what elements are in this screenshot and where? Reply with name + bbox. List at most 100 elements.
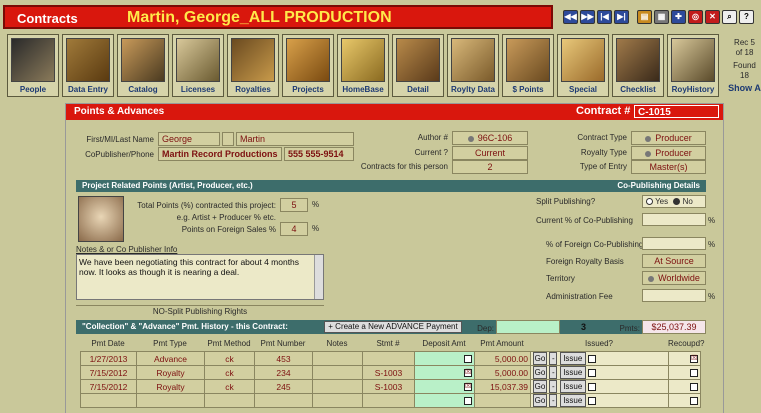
go-button[interactable]: Go [533, 352, 547, 365]
cell-amount[interactable]: 5,000.00 [474, 365, 531, 380]
dash-button[interactable]: - [549, 380, 558, 393]
cell-stmt[interactable]: S-1003 [362, 379, 415, 394]
next-record-icon[interactable]: ▶▶ [580, 10, 595, 24]
cell-deposit[interactable]: ☒ [414, 379, 475, 394]
nav-royhistory[interactable]: RoyHistory [667, 34, 719, 97]
search-icon[interactable]: ⌕ [722, 10, 737, 24]
cell-method[interactable]: ck [204, 351, 255, 366]
cell-deposit[interactable] [414, 351, 475, 366]
cell-deposit[interactable]: ☒ [414, 365, 475, 380]
middle-initial-field[interactable] [222, 132, 234, 146]
cell-number[interactable]: 245 [254, 379, 313, 394]
cell-amount[interactable]: 15,037.39 [474, 379, 531, 394]
cell-amount[interactable] [474, 393, 531, 408]
cell-type[interactable] [136, 393, 205, 408]
royalty-type-field[interactable]: Producer [631, 146, 706, 160]
create-advance-button[interactable]: + Create a New ADVANCE Payment [324, 321, 462, 333]
recoup-checkbox[interactable] [690, 368, 698, 377]
nav-royalties[interactable]: Royalties [227, 34, 279, 97]
table-row[interactable]: 7/15/2012 Royalty ck 234 S-1003 ☒ 5,000.00 Go -… [80, 365, 701, 380]
dash-button[interactable]: - [549, 394, 558, 407]
cell-stmt[interactable]: S-1003 [362, 365, 415, 380]
nav-roylty-data[interactable]: Roylty Data [447, 34, 499, 97]
cell-type[interactable]: Advance [136, 351, 205, 366]
deposit-checkbox[interactable] [464, 397, 472, 405]
cell-date[interactable] [80, 393, 137, 408]
cell-stmt[interactable] [362, 351, 415, 366]
open-folder-icon[interactable]: ▤ [637, 10, 652, 24]
contract-type-field[interactable]: Producer [631, 131, 706, 145]
contract-number[interactable]: C-1015 [634, 105, 719, 118]
foreign-royalty-basis-field[interactable]: At Source [642, 254, 706, 268]
nav-points[interactable]: $ Points [502, 34, 554, 97]
cell-notes[interactable] [312, 351, 363, 366]
nav-catalog[interactable]: Catalog [117, 34, 169, 97]
cell-method[interactable]: ck [204, 365, 255, 380]
recoup-checkbox[interactable]: ☒ [690, 354, 698, 363]
previous-record-icon[interactable]: |◀ [597, 10, 612, 24]
issue-button[interactable]: Issue [559, 380, 586, 393]
territory-field[interactable]: Worldwide [642, 271, 706, 285]
notes-textarea[interactable]: We have been negotiating this contract f… [76, 254, 324, 300]
go-button[interactable]: Go [533, 380, 547, 393]
deposit-checkbox[interactable] [464, 355, 472, 363]
foreign-points-field[interactable]: 4 [280, 222, 308, 236]
deposit-checkbox[interactable]: ☒ [464, 369, 472, 377]
cell-method[interactable] [204, 393, 255, 408]
yes-radio[interactable] [646, 198, 653, 206]
table-row[interactable]: 1/27/2013 Advance ck 453 5,000.00 Go - Issue … [80, 351, 701, 366]
author-number-field[interactable]: 96C-106 [452, 131, 528, 145]
last-record-icon[interactable]: ▶| [614, 10, 629, 24]
cell-type[interactable]: Royalty [136, 379, 205, 394]
cell-number[interactable]: 453 [254, 351, 313, 366]
issued-checkbox[interactable] [588, 396, 597, 405]
split-publishing-radio[interactable]: Yes No [642, 195, 706, 208]
table-row[interactable]: Go - Issue [80, 393, 701, 408]
current-status-field[interactable]: Current [452, 146, 528, 160]
first-name-field[interactable]: George [158, 132, 220, 146]
cell-date[interactable]: 1/27/2013 [80, 351, 137, 366]
cell-notes[interactable] [312, 393, 363, 408]
show-all-button[interactable]: Show A [728, 83, 761, 93]
cell-amount[interactable]: 5,000.00 [474, 351, 531, 366]
admin-fee-field[interactable] [642, 289, 706, 302]
cell-deposit[interactable] [414, 393, 475, 408]
cell-number[interactable] [254, 393, 313, 408]
issued-checkbox[interactable] [588, 368, 597, 377]
first-record-icon[interactable]: ◀◀ [563, 10, 578, 24]
nav-special[interactable]: Special [557, 34, 609, 97]
nav-detail[interactable]: Detail [392, 34, 444, 97]
cell-date[interactable]: 7/15/2012 [80, 365, 137, 380]
phone-field[interactable]: 555 555-9514 [284, 147, 354, 161]
dash-button[interactable]: - [549, 366, 558, 379]
cell-type[interactable]: Royalty [136, 365, 205, 380]
cell-date[interactable]: 7/15/2012 [80, 379, 137, 394]
deposit-checkbox[interactable]: ☒ [464, 383, 472, 391]
copublisher-field[interactable]: Martin Record Productions [158, 147, 282, 161]
table-row[interactable]: 7/15/2012 Royalty ck 245 S-1003 ☒ 15,037.39 Go … [80, 379, 701, 394]
nav-projects[interactable]: Projects [282, 34, 334, 97]
cell-method[interactable]: ck [204, 379, 255, 394]
recoup-checkbox[interactable] [690, 396, 698, 405]
issue-button[interactable]: Issue [559, 352, 586, 365]
delete-icon[interactable]: ✕ [705, 10, 720, 24]
go-button[interactable]: Go [533, 394, 547, 407]
total-points-field[interactable]: 5 [280, 198, 308, 212]
dash-button[interactable]: - [549, 352, 558, 365]
issue-button[interactable]: Issue [559, 394, 586, 407]
nav-licenses[interactable]: Licenses [172, 34, 224, 97]
nav-checklist[interactable]: Checklist [612, 34, 664, 97]
help-icon[interactable]: ? [739, 10, 754, 24]
target-icon[interactable]: ◎ [688, 10, 703, 24]
nav-data-entry[interactable]: Data Entry [62, 34, 114, 97]
cell-number[interactable]: 234 [254, 365, 313, 380]
no-radio[interactable] [673, 198, 681, 206]
type-of-entry-field[interactable]: Master(s) [631, 160, 706, 174]
issued-checkbox[interactable] [588, 354, 597, 363]
copy-icon[interactable]: ▦ [654, 10, 669, 24]
cell-notes[interactable] [312, 379, 363, 394]
issue-button[interactable]: Issue [559, 366, 586, 379]
recoup-checkbox[interactable] [690, 382, 698, 391]
notes-scrollbar[interactable] [314, 255, 323, 299]
foreign-copub-field[interactable] [642, 237, 706, 250]
